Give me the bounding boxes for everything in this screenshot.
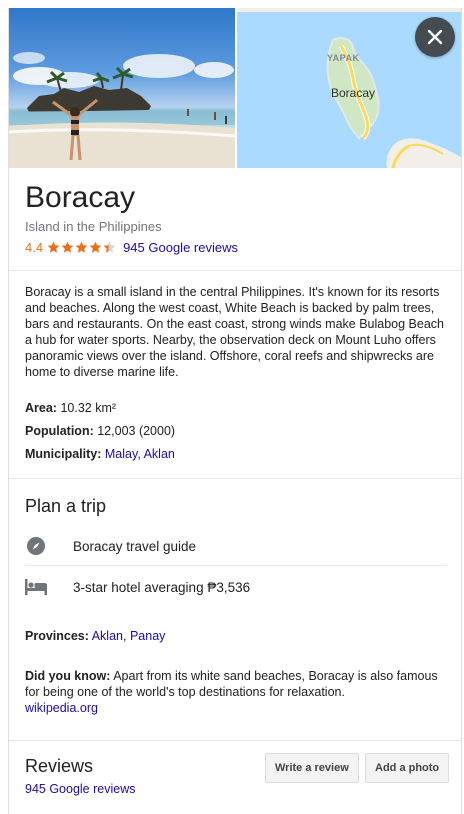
reviews-link[interactable]: 945 Google reviews bbox=[123, 240, 238, 255]
province-separator: , bbox=[123, 629, 130, 643]
compass-icon bbox=[25, 535, 47, 557]
fact-population-label: Population: bbox=[25, 424, 94, 438]
reviews-title: Reviews bbox=[25, 756, 94, 776]
beach-photo[interactable] bbox=[9, 8, 235, 168]
close-button[interactable] bbox=[415, 17, 455, 57]
fact-area-label: Area: bbox=[25, 401, 57, 415]
provinces: Provinces: Aklan, Panay bbox=[25, 628, 449, 644]
wikipedia-link[interactable]: wikipedia.org bbox=[25, 701, 98, 715]
trip-separator bbox=[25, 565, 447, 566]
bed-icon bbox=[25, 576, 47, 598]
trip-item-label: Boracay travel guide bbox=[73, 538, 197, 554]
trip-item-hotel[interactable]: 3-star hotel averaging ₱3,536 bbox=[25, 567, 447, 607]
facts-divider bbox=[9, 478, 461, 479]
fact-municipality: Municipality: Malay, Aklan bbox=[25, 446, 449, 469]
fact-area-value: 10.32 km² bbox=[60, 401, 117, 415]
rating-value: 4.4 bbox=[25, 240, 44, 255]
fact-population-value: 12,003 (2000) bbox=[97, 424, 176, 438]
place-title: Boracay bbox=[25, 181, 136, 214]
knowledge-panel: YAPAK Boracay Boracay Island in the Phil… bbox=[8, 8, 462, 814]
facts: Area: 10.32 km² Population: 12,003 (2000… bbox=[25, 400, 449, 469]
star-icon bbox=[89, 241, 102, 253]
hero-images: YAPAK Boracay bbox=[9, 8, 461, 168]
did-you-know-label: Did you know: bbox=[25, 669, 111, 683]
provinces-label: Provinces: bbox=[25, 629, 89, 643]
place-subtitle: Island in the Philippines bbox=[25, 219, 162, 234]
plan-trip-title: Plan a trip bbox=[25, 496, 107, 516]
star-icon bbox=[47, 241, 60, 253]
trip-item-label: 3-star hotel averaging ₱3,536 bbox=[73, 579, 251, 595]
rating-stars bbox=[47, 241, 117, 254]
map-label-boracay: Boracay bbox=[331, 86, 376, 100]
star-icon bbox=[61, 241, 74, 253]
place-header: Boracay Island in the Philippines 4.4 94… bbox=[25, 178, 455, 255]
trip-item-travel-guide[interactable]: Boracay travel guide bbox=[25, 526, 447, 566]
beach-photo-image bbox=[9, 52, 235, 168]
municipality-link-malay[interactable]: Malay bbox=[105, 447, 137, 461]
description: Boracay is a small island in the central… bbox=[25, 285, 444, 379]
province-link-panay[interactable]: Panay bbox=[130, 629, 165, 643]
province-link-aklan[interactable]: Aklan bbox=[92, 629, 123, 643]
fact-municipality-label: Municipality: bbox=[25, 447, 102, 461]
rating-row: 4.4 945 Google reviews bbox=[25, 240, 455, 255]
did-you-know: Did you know: Apart from its white sand … bbox=[25, 668, 449, 716]
fact-area: Area: 10.32 km² bbox=[25, 400, 449, 423]
write-review-button[interactable]: Write a review bbox=[265, 753, 359, 783]
header-divider bbox=[9, 270, 461, 271]
reviews-divider bbox=[9, 740, 461, 741]
map-label-yapak: YAPAK bbox=[327, 53, 360, 63]
municipality-link-aklan[interactable]: Aklan bbox=[144, 447, 175, 461]
fact-population: Population: 12,003 (2000) bbox=[25, 423, 449, 446]
star-icon bbox=[75, 241, 88, 253]
close-icon bbox=[427, 29, 443, 45]
star-icon bbox=[103, 241, 116, 253]
reviews-count-link[interactable]: 945 Google reviews bbox=[25, 782, 135, 796]
add-photo-button[interactable]: Add a photo bbox=[365, 753, 450, 783]
